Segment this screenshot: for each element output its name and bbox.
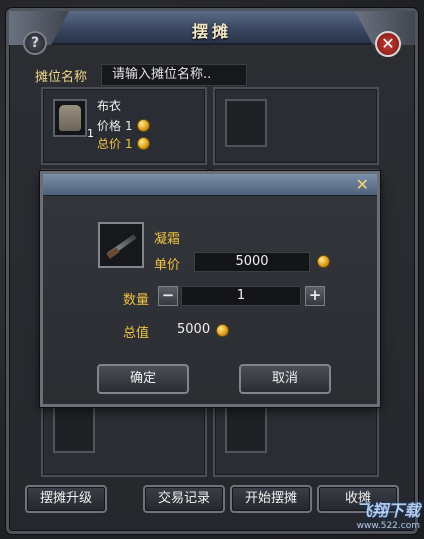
stall-slot-6[interactable] — [213, 393, 379, 477]
gold-coin-icon — [216, 324, 229, 337]
stall-slot-1[interactable]: 1 布衣 价格 1 总价 1 — [41, 87, 207, 165]
gold-coin-icon — [317, 255, 330, 268]
unit-price-input[interactable]: 5000 — [194, 252, 310, 272]
quantity-input[interactable]: 1 — [181, 286, 301, 306]
stall-title: 摆摊 — [191, 22, 232, 41]
item-total-row: 总价 1 — [97, 135, 150, 152]
trade-records-button[interactable]: 交易记录 — [143, 485, 225, 513]
dialog-close-icon[interactable]: ✕ — [356, 175, 369, 194]
item-price-label: 价格 — [97, 119, 122, 133]
total-value: 5000 — [177, 322, 211, 337]
quantity-label: 数量 — [123, 293, 150, 308]
quantity-decrease-button[interactable]: − — [158, 286, 178, 306]
stall-title-bar[interactable]: 摆摊 — [9, 11, 415, 45]
total-value-label: 总值 — [123, 326, 150, 341]
item-price-row: 价格 1 — [97, 117, 150, 134]
watermark-logo: 飞翔下载 www.522.com — [310, 497, 420, 537]
upgrade-stall-button[interactable]: 摆摊升级 — [25, 485, 107, 513]
price-dialog: ✕ 凝霜 单价 5000 数量 − 1 + 总值 5000 确定 取消 — [40, 171, 380, 407]
gold-coin-icon — [136, 119, 150, 132]
item-price-value: 1 — [125, 118, 133, 133]
item-total-value: 1 — [125, 136, 133, 151]
help-icon[interactable]: ? — [23, 31, 47, 55]
empty-slot-frame — [225, 99, 267, 147]
stall-slot-2[interactable] — [213, 87, 379, 165]
stall-name-row: 摊位名称 请输入摊位名称.. — [35, 63, 248, 87]
unit-price-label: 单价 — [154, 258, 181, 273]
stall-slot-5[interactable] — [41, 393, 207, 477]
start-stall-button[interactable]: 开始摆摊 — [230, 485, 312, 513]
close-icon[interactable]: ✕ — [375, 31, 401, 57]
dialog-item-name: 凝霜 — [154, 232, 181, 247]
item-quantity: 1 — [87, 127, 94, 140]
item-total-label: 总价 — [97, 137, 122, 151]
watermark-brand: 飞翔下载 — [355, 501, 420, 520]
quantity-increase-button[interactable]: + — [305, 286, 325, 306]
stall-name-input[interactable]: 请输入摊位名称.. — [101, 64, 248, 86]
gold-coin-icon — [136, 137, 150, 150]
stall-name-label: 摊位名称 — [35, 69, 88, 85]
confirm-button[interactable]: 确定 — [97, 364, 189, 394]
weapon-item-icon[interactable] — [98, 222, 144, 268]
cancel-button[interactable]: 取消 — [239, 364, 331, 394]
item-name: 布衣 — [97, 99, 122, 113]
dialog-title-bar[interactable]: ✕ — [43, 174, 377, 196]
cloth-armor-icon[interactable] — [53, 99, 87, 137]
watermark-site: www.522.com — [356, 521, 420, 531]
